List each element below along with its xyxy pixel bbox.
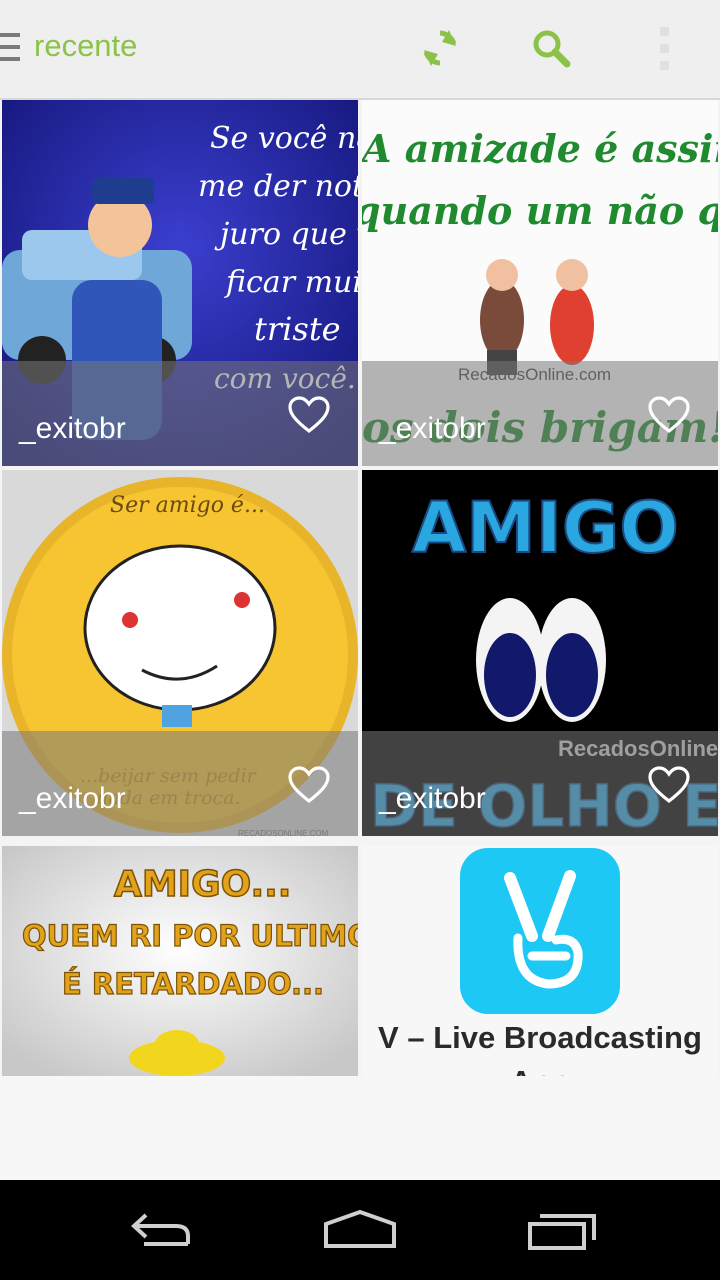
svg-text:juro que vou: juro que vou (214, 217, 358, 252)
back-icon[interactable] (124, 1206, 196, 1254)
card-footer: _exitobr (2, 731, 358, 836)
post-grid: Se você não me der notícia juro que vou … (0, 100, 720, 1076)
ad-title-line: V – Live Broadcasting (378, 1020, 702, 1055)
svg-text:Se você não: Se você não (210, 121, 358, 156)
v-live-app-icon[interactable] (460, 848, 620, 1014)
post-username[interactable]: _exitobr (379, 412, 486, 446)
post-username[interactable]: _exitobr (19, 412, 126, 446)
post-username[interactable]: _exitobr (19, 782, 126, 816)
svg-text:QUEM RI POR ULTIMO: QUEM RI POR ULTIMO (22, 919, 358, 953)
refresh-icon[interactable] (416, 24, 464, 72)
system-navigation-bar (0, 1180, 720, 1280)
ad-title[interactable]: V – Live Broadcasting App (362, 1016, 718, 1076)
ad-card[interactable]: V – Live Broadcasting App (362, 846, 718, 1076)
heart-icon[interactable] (648, 766, 690, 804)
overflow-menu-icon[interactable] (654, 27, 674, 73)
hamburger-icon[interactable] (0, 33, 20, 65)
svg-text:me der notícia: me der notícia (198, 169, 358, 204)
recents-icon[interactable] (526, 1206, 598, 1254)
ad-title-line: App (362, 1060, 718, 1076)
heart-icon[interactable] (288, 766, 330, 804)
post-image: AMIGO... QUEM RI POR ULTIMO É RETARDADO.… (2, 846, 358, 1076)
svg-text:AMIGO: AMIGO (412, 487, 679, 569)
card-footer: _exitobr (362, 731, 718, 836)
svg-text:quando um não quer: quando um não quer (362, 188, 718, 233)
post-card[interactable]: A amizade é assim quando um não quer Rec… (362, 100, 718, 466)
card-footer: _exitobr (2, 361, 358, 466)
svg-text:ficar muito: ficar muito (224, 265, 358, 300)
page-title: recente (34, 28, 138, 63)
svg-text:A amizade é assim: A amizade é assim (362, 126, 718, 171)
post-card[interactable]: AMIGO RecadosOnline DE OLHO EM V _exitob… (362, 470, 718, 836)
post-card[interactable]: AMIGO... QUEM RI POR ULTIMO É RETARDADO.… (2, 846, 358, 1076)
svg-text:triste: triste (254, 310, 341, 348)
svg-text:AMIGO...: AMIGO... (114, 864, 291, 905)
heart-icon[interactable] (648, 396, 690, 434)
content-background (0, 1076, 720, 1180)
post-username[interactable]: _exitobr (379, 782, 486, 816)
post-card[interactable]: Ser amigo é... ...beijar sem pedir nada … (2, 470, 358, 836)
action-bar: recente (0, 0, 720, 100)
post-card[interactable]: Se você não me der notícia juro que vou … (2, 100, 358, 466)
card-footer: _exitobr (362, 361, 718, 466)
search-icon[interactable] (527, 24, 575, 72)
svg-text:É RETARDADO...: É RETARDADO... (62, 967, 324, 1001)
heart-icon[interactable] (288, 396, 330, 434)
home-icon[interactable] (322, 1206, 398, 1254)
svg-text:Ser amigo é...: Ser amigo é... (110, 493, 265, 518)
